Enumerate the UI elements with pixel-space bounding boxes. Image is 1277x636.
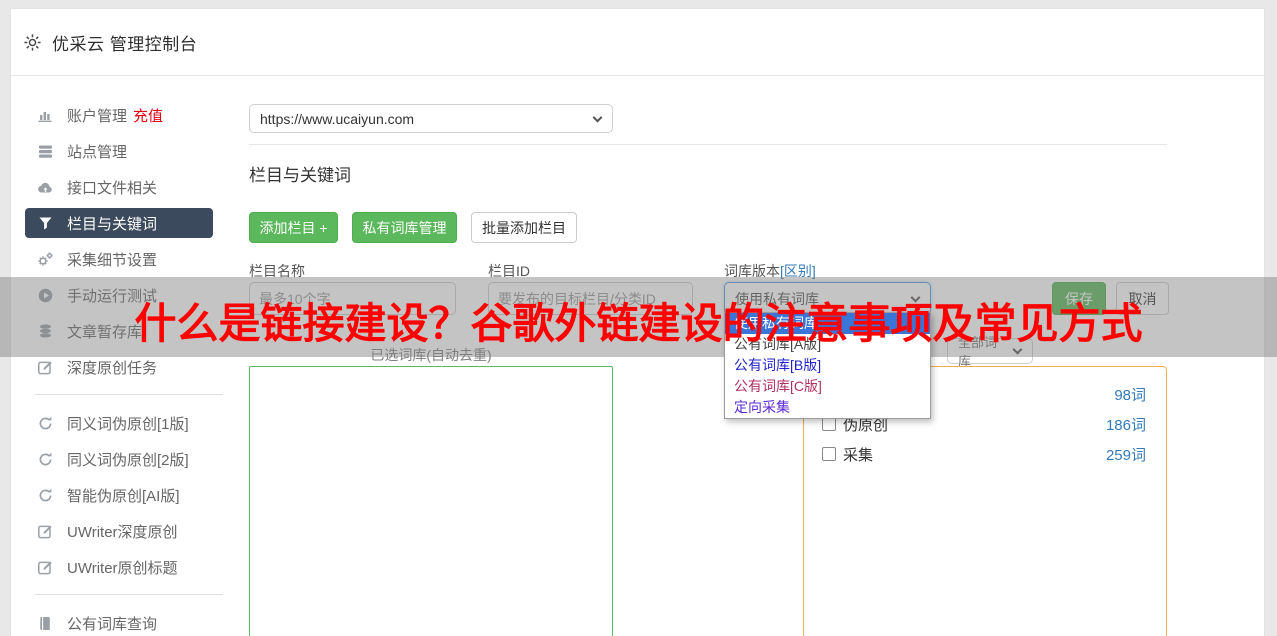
word-list-checkbox[interactable] [822, 447, 836, 461]
word-count: 259词 [1105, 446, 1146, 464]
word-count: 186词 [1105, 416, 1146, 434]
dropdown-option[interactable]: 公有词库[C版] [725, 376, 930, 397]
chevron-down-icon [592, 112, 603, 123]
version-select-dropdown: 使用私有词库 公有词库[A版] 公有词库[B版] 公有词库[C版] 定向采集 [724, 312, 931, 419]
word-list-row: 采集 259词 [804, 439, 1166, 469]
dropdown-option[interactable]: 使用私有词库 [725, 313, 930, 334]
selected-words-box[interactable] [249, 366, 613, 636]
add-column-button[interactable]: 添加栏目 + [249, 212, 338, 243]
content-divider [249, 144, 1167, 145]
dropdown-option[interactable]: 公有词库[B版] [725, 355, 930, 376]
batch-add-column-button[interactable]: 批量添加栏目 [471, 212, 577, 243]
site-select-value: https://www.ucaiyun.com [260, 110, 415, 127]
dropdown-option[interactable]: 定向采集 [725, 397, 930, 418]
word-list-checkbox[interactable] [822, 417, 836, 431]
overlay-band [0, 277, 1277, 357]
private-thesaurus-button[interactable]: 私有词库管理 [352, 212, 457, 243]
section-title: 栏目与关键词 [249, 166, 351, 185]
site-select[interactable]: https://www.ucaiyun.com [249, 104, 613, 133]
dropdown-option[interactable]: 公有词库[A版] [725, 334, 930, 355]
word-count: 98词 [1114, 386, 1146, 404]
word-list-label: 采集 [843, 446, 874, 464]
